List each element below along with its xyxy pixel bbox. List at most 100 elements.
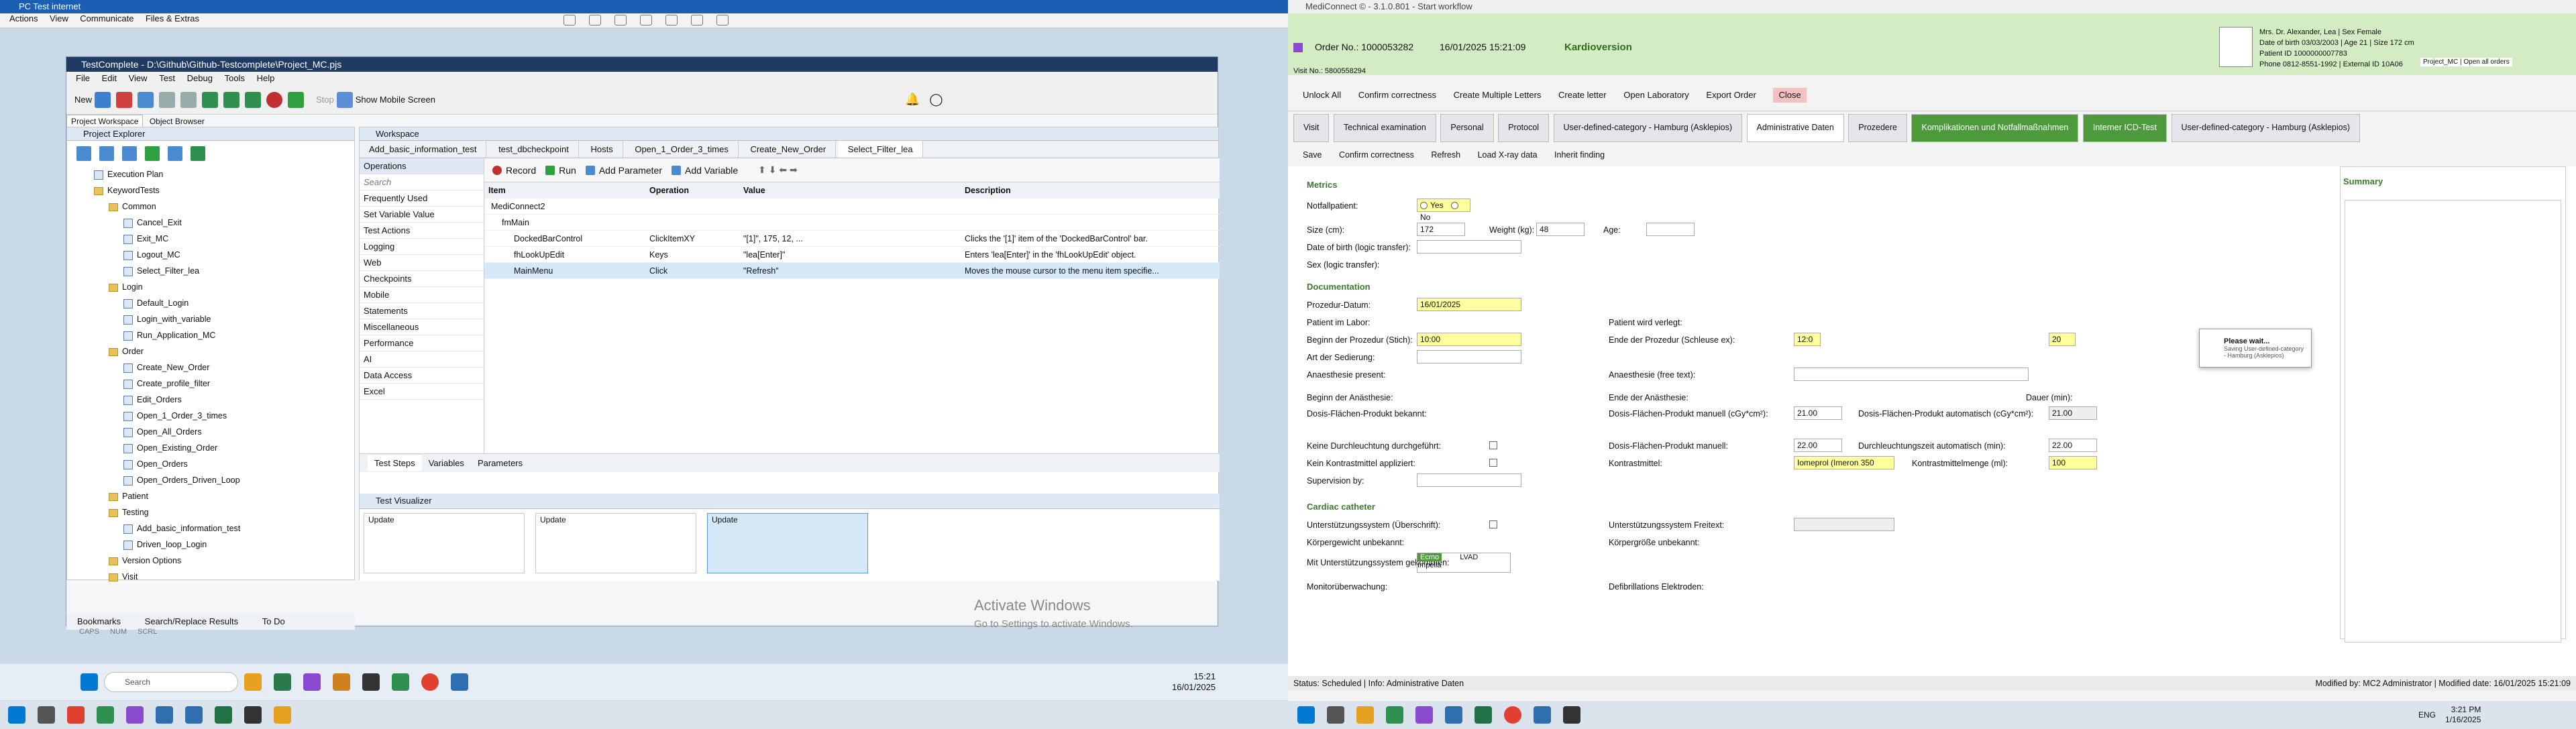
- tab-variables[interactable]: Variables: [422, 455, 471, 471]
- tree-item[interactable]: Login: [67, 279, 354, 295]
- tab-interner-icd[interactable]: Interner ICD-Test: [2082, 114, 2167, 142]
- tab-technical[interactable]: Technical examination: [1333, 114, 1436, 142]
- ws-tab[interactable]: Add_basic_information_test: [360, 141, 487, 158]
- move-arrows-icon[interactable]: ⬆ ⬇ ⬅ ➡: [758, 164, 798, 176]
- table-row[interactable]: DockedBarControl ClickItemXY "[1]", 175, 1…: [484, 231, 1220, 247]
- kein-kontrast-checkbox[interactable]: [1489, 459, 1497, 467]
- tab-test-steps[interactable]: Test Steps: [368, 455, 422, 471]
- age-input[interactable]: [1646, 223, 1695, 236]
- unlock-all-button[interactable]: Unlock All: [1303, 79, 1341, 111]
- operation-category[interactable]: Web: [360, 255, 484, 271]
- terminal-icon[interactable]: [362, 673, 380, 691]
- menu-view[interactable]: View: [129, 73, 148, 83]
- menu-debug[interactable]: Debug: [187, 73, 213, 83]
- tree-item[interactable]: Cancel_Exit: [67, 215, 354, 231]
- keyboard-icon[interactable]: [691, 15, 703, 25]
- operation-category[interactable]: Data Access: [360, 368, 484, 384]
- unterstuetzung-checkbox[interactable]: [1489, 520, 1497, 528]
- keine-durchleuchtung-checkbox[interactable]: [1489, 441, 1497, 449]
- tree-item[interactable]: Exit_MC: [67, 231, 354, 247]
- confirm-correctness-button[interactable]: Confirm correctness: [1358, 79, 1436, 111]
- menu-test[interactable]: Test: [159, 73, 175, 83]
- table-row[interactable]: fmMain: [484, 215, 1220, 231]
- redo-icon[interactable]: [180, 91, 197, 108]
- sedierung-select[interactable]: [1417, 350, 1521, 363]
- add-parameter-button[interactable]: Add Parameter: [599, 165, 662, 176]
- list-item[interactable]: Ecmo: [1417, 553, 1442, 561]
- record-button[interactable]: Record: [506, 165, 536, 176]
- app-icon[interactable]: [1445, 706, 1462, 724]
- beginn-prozedur-input[interactable]: 10:00: [1417, 333, 1521, 346]
- app-icon[interactable]: [1386, 706, 1403, 724]
- chrome-icon[interactable]: [1504, 706, 1521, 724]
- tree-item[interactable]: Login_with_variable: [67, 311, 354, 327]
- durchleuchtung-auto-input[interactable]: 22.00: [2049, 439, 2097, 452]
- run-icon[interactable]: [288, 91, 305, 108]
- ws-tab[interactable]: Open_1_Order_3_times: [625, 141, 739, 158]
- add-variable-icon[interactable]: [672, 165, 681, 175]
- app-icon[interactable]: [274, 673, 291, 691]
- add-item-icon[interactable]: [223, 91, 240, 108]
- menu-files-extras[interactable]: Files & Extras: [146, 13, 199, 23]
- tab-administrative[interactable]: Administrative Daten: [1746, 114, 1844, 142]
- delete-icon[interactable]: [116, 91, 133, 108]
- app-icon[interactable]: [333, 673, 350, 691]
- menu-actions[interactable]: Actions: [9, 13, 38, 23]
- unterstuetzung-list[interactable]: Ecmo LVAD Impella: [1417, 553, 1511, 573]
- download-icon[interactable]: [716, 15, 729, 25]
- app-icon[interactable]: [1327, 706, 1344, 724]
- tree-item[interactable]: Order: [67, 343, 354, 359]
- ende-prozedur-input-2[interactable]: 20: [2049, 333, 2076, 346]
- tree-item[interactable]: Run_Application_MC: [67, 327, 354, 343]
- operation-category[interactable]: Test Actions: [360, 223, 484, 239]
- play-icon[interactable]: [1293, 43, 1303, 52]
- app-icon[interactable]: [1563, 706, 1580, 724]
- tree-item[interactable]: Visit: [67, 569, 354, 585]
- app-icon[interactable]: [274, 706, 291, 724]
- menu-edit[interactable]: Edit: [102, 73, 117, 83]
- tab-protocol[interactable]: Protocol: [1498, 114, 1550, 142]
- size-input[interactable]: 172: [1417, 223, 1465, 236]
- app-icon[interactable]: [67, 706, 85, 724]
- explorer-icon[interactable]: [1356, 706, 1374, 724]
- ws-tab[interactable]: Hosts: [581, 141, 623, 158]
- add-test-icon[interactable]: [245, 91, 262, 108]
- dob-input[interactable]: [1417, 240, 1521, 254]
- explorer-run-icon[interactable]: [122, 146, 137, 161]
- menu-tools[interactable]: Tools: [225, 73, 245, 83]
- tab-parameters[interactable]: Parameters: [471, 455, 529, 471]
- screen-icon[interactable]: [564, 15, 576, 25]
- dosis-manuell-2-input[interactable]: 22.00: [1794, 439, 1842, 452]
- operation-category[interactable]: Logging: [360, 239, 484, 255]
- run-button[interactable]: Run: [559, 165, 576, 176]
- mobile-icon[interactable]: [336, 91, 353, 108]
- app-icon[interactable]: [303, 673, 321, 691]
- operation-category[interactable]: Excel: [360, 384, 484, 400]
- tree-item[interactable]: Testing: [67, 504, 354, 520]
- tab-personal[interactable]: Personal: [1440, 114, 1494, 142]
- ws-tab[interactable]: test_dbcheckpoint: [489, 141, 579, 158]
- operation-category[interactable]: Set Variable Value: [360, 207, 484, 223]
- tab-user-defined-2[interactable]: User-defined-category - Hamburg (Asklepi…: [2171, 114, 2360, 142]
- ops-search-input[interactable]: Search: [360, 174, 484, 190]
- confirm-button[interactable]: Confirm correctness: [1339, 144, 1414, 166]
- tree-item[interactable]: Select_Filter_lea: [67, 263, 354, 279]
- run-icon[interactable]: [545, 165, 555, 175]
- open-laboratory-button[interactable]: Open Laboratory: [1623, 79, 1689, 111]
- excel-icon[interactable]: [215, 706, 232, 724]
- app-icon[interactable]: [185, 706, 203, 724]
- tree-item[interactable]: Execution Plan: [67, 166, 354, 182]
- prozedur-datum-input[interactable]: 16/01/2025: [1417, 298, 1521, 311]
- table-row[interactable]: fhLookUpEdit Keys "lea[Enter]" Enters 'lea[…: [484, 247, 1220, 263]
- app-icon[interactable]: [126, 706, 144, 724]
- inherit-finding-button[interactable]: Inherit finding: [1554, 144, 1605, 166]
- chrome-icon[interactable]: [421, 673, 439, 691]
- operation-category[interactable]: Mobile: [360, 287, 484, 303]
- menu-communicate[interactable]: Communicate: [80, 13, 133, 23]
- tree-item[interactable]: Edit_Orders: [67, 392, 354, 408]
- operation-category[interactable]: Miscellaneous: [360, 319, 484, 335]
- project-label[interactable]: Project_MC | Open all orders: [2420, 58, 2512, 66]
- tab-komplikationen[interactable]: Komplikationen und Notfallmaßnahmen: [1911, 114, 2079, 142]
- add-parameter-icon[interactable]: [585, 165, 595, 175]
- weight-input[interactable]: 48: [1536, 223, 1585, 236]
